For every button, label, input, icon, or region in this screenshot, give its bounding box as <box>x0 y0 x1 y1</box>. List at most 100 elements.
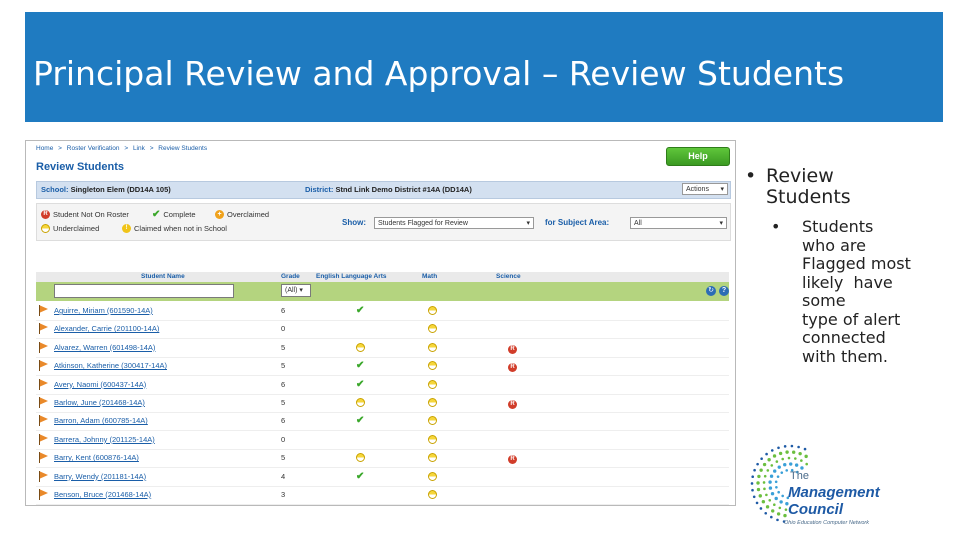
chevron-down-icon: ▾ <box>719 220 723 227</box>
not-on-roster-icon: R <box>508 398 517 409</box>
student-name-link[interactable]: Aguirre, Miriam (601590-14A) <box>54 306 153 315</box>
student-name-link[interactable]: Atkinson, Katherine (300417-14A) <box>54 361 167 370</box>
check-icon: ✔ <box>152 209 161 220</box>
logo-dot <box>779 500 783 504</box>
chevron-down-icon: ▾ <box>526 220 530 227</box>
show-value: Students Flagged for Review <box>378 220 468 227</box>
logo-dot <box>773 503 776 507</box>
underclaimed-icon <box>428 490 437 501</box>
logo-dot <box>783 445 787 448</box>
table-row: Aguirre, Miriam (601590-14A) 6 ✔ <box>36 302 729 321</box>
table-row: Avery, Naomi (600437-14A) 6 ✔ <box>36 376 729 395</box>
logo-dot <box>789 462 793 466</box>
logo-dot <box>775 485 778 489</box>
student-name-link[interactable]: Alexander, Carrie (201100-14A) <box>54 324 159 333</box>
logo-dot <box>767 458 771 462</box>
app-screenshot: Home > Roster Verification > Link > Revi… <box>25 140 736 506</box>
logo-dot <box>784 508 788 511</box>
logo-dot <box>783 463 787 467</box>
actions-dropdown[interactable]: Actions ▾ <box>682 183 728 195</box>
show-select[interactable]: Students Flagged for Review ▾ <box>374 217 534 229</box>
legend-label: Claimed when not in School <box>134 224 227 233</box>
flag-icon <box>39 452 48 464</box>
col-ela[interactable]: English Language Arts <box>316 273 387 280</box>
table-row: Alvarez, Warren (601498-14A) 5 R <box>36 339 729 358</box>
crumb-home[interactable]: Home <box>36 145 53 152</box>
table-row: Barry, Kent (600876-14A) 5 R <box>36 449 729 469</box>
crumb-current: Review Students <box>158 145 208 152</box>
flag-icon <box>39 378 48 390</box>
logo-dot <box>765 452 768 456</box>
subject-select[interactable]: All ▾ <box>630 217 727 229</box>
logo-dot <box>758 494 762 498</box>
help-button[interactable]: Help <box>666 147 730 166</box>
logo-dot <box>763 487 766 491</box>
grade-value: 6 <box>281 416 286 426</box>
logo-dot <box>772 454 777 458</box>
crumb-roster[interactable]: Roster Verification <box>67 145 120 152</box>
col-math[interactable]: Math <box>422 273 437 280</box>
help-question-icon[interactable]: ? <box>719 286 729 296</box>
table-row: Atkinson, Katherine (300417-14A) 5 ✔ R <box>36 357 729 377</box>
grade-value: 0 <box>281 324 286 334</box>
legend-claimed-not-in-school: ! Claimed when not in School <box>122 224 227 233</box>
underclaimed-icon <box>428 471 437 483</box>
grade-value: 5 <box>281 398 286 407</box>
logo-dot <box>774 480 778 484</box>
bullet-dot: • <box>771 217 781 236</box>
student-name-link[interactable]: Barrera, Johnny (201125-14A) <box>54 435 155 444</box>
grade-value: 5 <box>281 453 286 463</box>
check-icon: ✔ <box>356 470 365 482</box>
logo-dot <box>803 447 807 451</box>
student-name-link[interactable]: Barry, Kent (600876-14A) <box>54 453 139 462</box>
logo-dot <box>750 482 754 485</box>
logo-dot <box>776 475 780 478</box>
student-name-link[interactable]: Alvarez, Warren (601498-14A) <box>54 343 155 352</box>
logo-dot <box>777 446 780 450</box>
logo-dot <box>770 464 774 467</box>
table-row: Alexander, Carrie (201100-14A) 0 <box>36 320 729 340</box>
logo-dot <box>759 507 763 510</box>
logo-dot <box>778 451 783 456</box>
actions-label: Actions <box>686 186 709 193</box>
grade-value: 6 <box>281 306 286 315</box>
legend-label: Complete <box>163 210 196 219</box>
subject-value: All <box>634 220 642 227</box>
logo-text: Council <box>788 501 843 518</box>
crumb-link[interactable]: Link <box>133 145 145 152</box>
logo-dot <box>780 471 784 474</box>
logo-dot <box>756 462 759 466</box>
not-on-roster-icon: R <box>508 453 517 465</box>
student-name-link[interactable]: Barlow, June (201468-14A) <box>54 398 145 407</box>
student-name-link[interactable]: Barry, Wendy (201181-14A) <box>54 472 146 481</box>
flag-icon <box>39 470 48 482</box>
col-student-name[interactable]: Student Name <box>141 273 185 280</box>
refresh-icon[interactable]: ↻ <box>706 286 716 296</box>
logo-dot <box>800 459 803 462</box>
logo-dot <box>755 501 759 505</box>
logo-dot <box>776 512 781 516</box>
table-row: Benson, Bruce (201468-14A) 3 <box>36 486 729 505</box>
logo-dot <box>785 469 789 472</box>
logo-dot <box>785 450 789 454</box>
student-name-link[interactable]: Benson, Bruce (201468-14A) <box>54 490 151 499</box>
legend-label: Student Not On Roster <box>53 210 129 219</box>
legend-label: Underclaimed <box>53 224 100 233</box>
grade-filter-select[interactable]: (All) ▾ <box>281 284 311 297</box>
not-on-roster-icon: R <box>508 343 517 354</box>
logo-dot <box>787 456 791 460</box>
underclaimed-icon <box>356 342 365 354</box>
col-grade[interactable]: Grade <box>281 273 300 280</box>
logo-dot <box>762 462 767 467</box>
crumb-sep: > <box>124 145 129 152</box>
student-name-link[interactable]: Barron, Adam (600785-14A) <box>54 416 148 425</box>
legend-not-on-roster: R Student Not On Roster <box>41 210 129 219</box>
logo-dot <box>765 493 768 497</box>
student-name-filter-input[interactable] <box>54 284 234 298</box>
col-science[interactable]: Science <box>496 273 521 280</box>
title-band: Principal Review and Approval – Review S… <box>25 12 943 122</box>
logo-dot <box>783 513 787 518</box>
crumb-sep: > <box>58 145 62 152</box>
logo-text: Management <box>788 484 880 501</box>
student-name-link[interactable]: Avery, Naomi (600437-14A) <box>54 380 146 389</box>
